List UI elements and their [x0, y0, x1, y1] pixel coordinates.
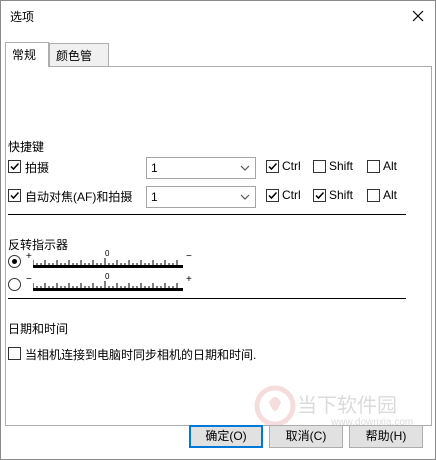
scale-left-sign: − [26, 274, 32, 285]
shoot-key-combo[interactable]: 1 [146, 157, 256, 179]
shoot-checkbox[interactable] [8, 160, 21, 173]
scale-right-sign: − [186, 251, 192, 262]
close-icon [412, 10, 424, 22]
indicator-scale-1: + 0 − [26, 249, 196, 269]
shoot-ctrl-label: Ctrl [282, 159, 301, 173]
indicator-scale-2: − 0 + [26, 272, 196, 292]
tab-bar: 常规 颜色管理 [5, 42, 431, 80]
help-button[interactable]: 帮助(H) [349, 425, 423, 448]
af-shoot-label: 自动对焦(AF)和拍摄 [25, 190, 133, 204]
af-shoot-key-value: 1 [151, 190, 158, 204]
radio-selected-dot [12, 259, 17, 264]
watermark-text: 当下软件园 [297, 395, 397, 417]
af-shoot-alt-label: Alt [383, 188, 398, 202]
af-shoot-ctrl-label: Ctrl [282, 188, 301, 202]
title-bar: 选项 [1, 1, 435, 31]
tab-general[interactable]: 常规 [5, 42, 49, 67]
tab-general-label: 常规 [12, 48, 37, 62]
scale-right-sign: + [186, 274, 192, 285]
scale-left-sign: + [26, 251, 32, 262]
af-shoot-shift-label: Shift [329, 188, 354, 202]
exposure-scale-icon [33, 281, 183, 291]
checkmark-icon [315, 191, 325, 200]
shoot-alt-label: Alt [383, 159, 398, 173]
af-shoot-alt-checkbox[interactable] [367, 189, 380, 202]
tab-panel-general [5, 66, 432, 426]
indicator-divider [8, 298, 406, 299]
af-shoot-ctrl-checkbox[interactable] [266, 189, 279, 202]
datetime-title: 日期和时间 [8, 322, 69, 336]
chevron-down-icon [240, 165, 250, 171]
sync-datetime-label: 当相机连接到电脑时同步相机的日期和时间. [25, 348, 257, 362]
checkmark-icon [10, 191, 20, 200]
exposure-scale-icon [33, 258, 183, 268]
cancel-button[interactable]: 取消(C) [269, 425, 343, 448]
ok-button[interactable]: 确定(O) [189, 425, 263, 448]
checkmark-icon [268, 191, 278, 200]
shortcuts-divider [8, 214, 406, 215]
shortcuts-title: 快捷键 [8, 140, 45, 154]
indicator-option-plus-left-radio[interactable] [8, 255, 21, 268]
checkmark-icon [268, 162, 278, 171]
af-shoot-shift-checkbox[interactable] [313, 189, 326, 202]
shoot-ctrl-checkbox[interactable] [266, 160, 279, 173]
indicator-option-minus-left-radio[interactable] [8, 278, 21, 291]
options-dialog: 选项 常规 颜色管理 快捷键 拍摄 1 Ctrl Shift Alt 自动对焦(… [0, 0, 436, 460]
tab-color-management[interactable]: 颜色管理 [49, 43, 109, 80]
shoot-key-value: 1 [151, 161, 158, 175]
sync-datetime-checkbox[interactable] [8, 347, 21, 360]
shoot-shift-label: Shift [329, 159, 354, 173]
shoot-shift-checkbox[interactable] [313, 160, 326, 173]
chevron-down-icon [240, 194, 250, 200]
af-shoot-checkbox[interactable] [8, 189, 21, 202]
shoot-label: 拍摄 [25, 161, 50, 175]
checkmark-icon [10, 162, 20, 171]
af-shoot-key-combo[interactable]: 1 [146, 186, 256, 208]
shoot-alt-checkbox[interactable] [367, 160, 380, 173]
window-title: 选项 [10, 10, 35, 24]
close-button[interactable] [407, 5, 429, 27]
